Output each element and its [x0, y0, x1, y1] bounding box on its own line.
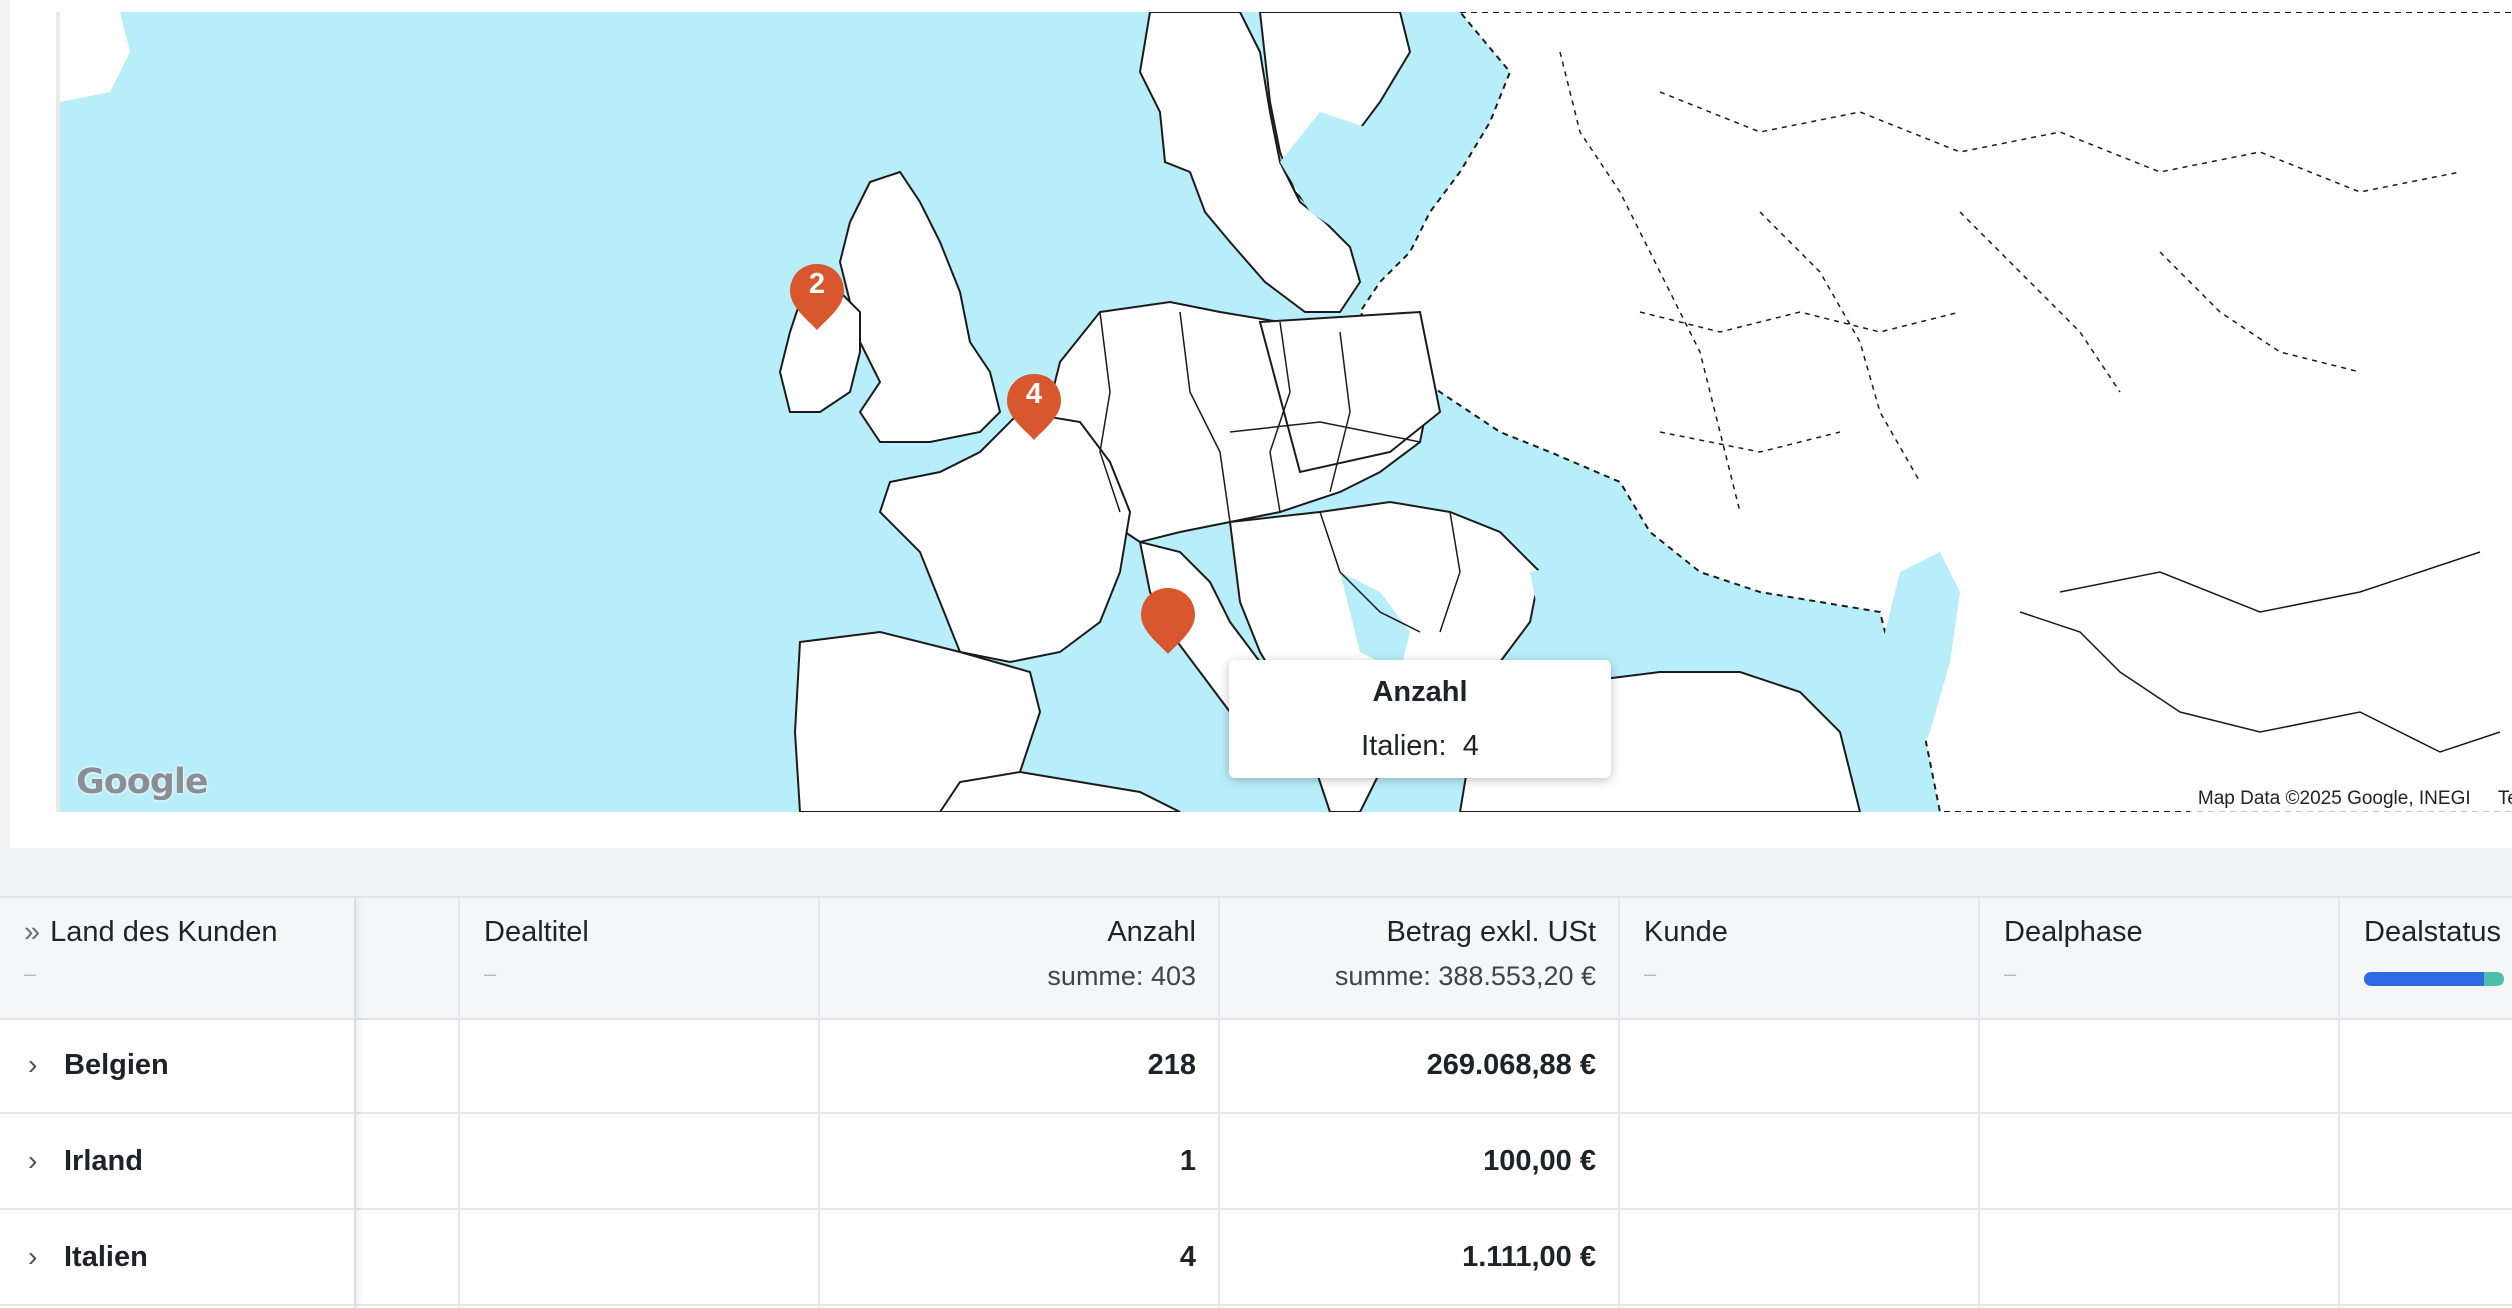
header-dealphase-label: Dealphase [2004, 916, 2143, 948]
header-dealstatus-label: Dealstatus [2364, 916, 2502, 948]
map-view[interactable]: 2 4 Anzahl Italien: 4 Google Map Data ©2… [56, 12, 2512, 812]
table-row[interactable]: › Italien 4 1.111,00 € [0, 1210, 2512, 1306]
tooltip-row: Italien: 4 [1229, 730, 1611, 763]
google-logo: Google [76, 762, 209, 802]
header-betrag-label: Betrag exkl. USt [1386, 916, 1596, 948]
header-kunde-sub: – [1644, 961, 1657, 986]
dealstatus-bar-rest [2484, 972, 2504, 986]
tooltip-title: Anzahl [1372, 676, 1468, 708]
header-dealtitel-sub: – [484, 961, 497, 986]
marker-count: 4 [1025, 378, 1043, 410]
header-dealphase[interactable]: Dealphase – [1980, 898, 2340, 1018]
tooltip-label: Italien: [1361, 730, 1447, 762]
row-betrag: 1.111,00 € [1462, 1241, 1596, 1273]
header-dealphase-sub: – [2004, 961, 2017, 986]
row-anzahl: 4 [1179, 1241, 1196, 1273]
map-card: 2 4 Anzahl Italien: 4 Google Map Data ©2… [10, 0, 2512, 848]
dealstatus-bar [2364, 972, 2504, 986]
tooltip-value: 4 [1462, 730, 1479, 762]
row-anzahl: 1 [1179, 1145, 1196, 1177]
header-dealtitel[interactable]: Dealtitel – [460, 898, 820, 1018]
header-betrag-sum: summe: 388.553,20 € [1334, 961, 1596, 991]
dealstatus-bar-won [2364, 972, 2484, 986]
map-attribution[interactable]: Map Data ©2025 Google, INEGI Te [2189, 786, 2512, 812]
row-betrag: 269.068,88 € [1426, 1049, 1596, 1081]
marker-count: 2 [808, 268, 826, 300]
header-anzahl-label: Anzahl [1107, 916, 1196, 948]
header-kunde[interactable]: Kunde – [1620, 898, 1980, 1018]
row-anzahl: 218 [1147, 1049, 1196, 1081]
terms-link[interactable]: Te [2498, 788, 2512, 809]
row-betrag: 100,00 € [1483, 1145, 1596, 1177]
table-row[interactable]: › Belgien 218 269.068,88 € [0, 1018, 2512, 1114]
map-marker-irland[interactable]: 2 [788, 262, 846, 332]
map-tooltip: Anzahl Italien: 4 [1229, 660, 1611, 778]
header-anzahl-sum: summe: 403 [1047, 961, 1196, 991]
header-anzahl[interactable]: Anzahl summe: 403 [820, 898, 1220, 1018]
pivot-table: » Land des Kunden – Dealtitel – Anzahl su… [0, 896, 2512, 1308]
header-kunde-label: Kunde [1644, 916, 1728, 948]
map-marker-belgien[interactable]: 4 [1005, 372, 1063, 442]
map-marker-italien[interactable] [1139, 586, 1197, 656]
attribution-text: Map Data ©2025 Google, INEGI [2197, 788, 2471, 809]
header-dealtitel-label: Dealtitel [484, 916, 589, 948]
table-row[interactable]: › Irland 1 100,00 € [0, 1114, 2512, 1210]
header-betrag[interactable]: Betrag exkl. USt summe: 388.553,20 € [1220, 898, 1620, 1018]
sticky-column-shadow [0, 898, 356, 1308]
header-dealstatus[interactable]: Dealstatus [2340, 898, 2512, 1018]
